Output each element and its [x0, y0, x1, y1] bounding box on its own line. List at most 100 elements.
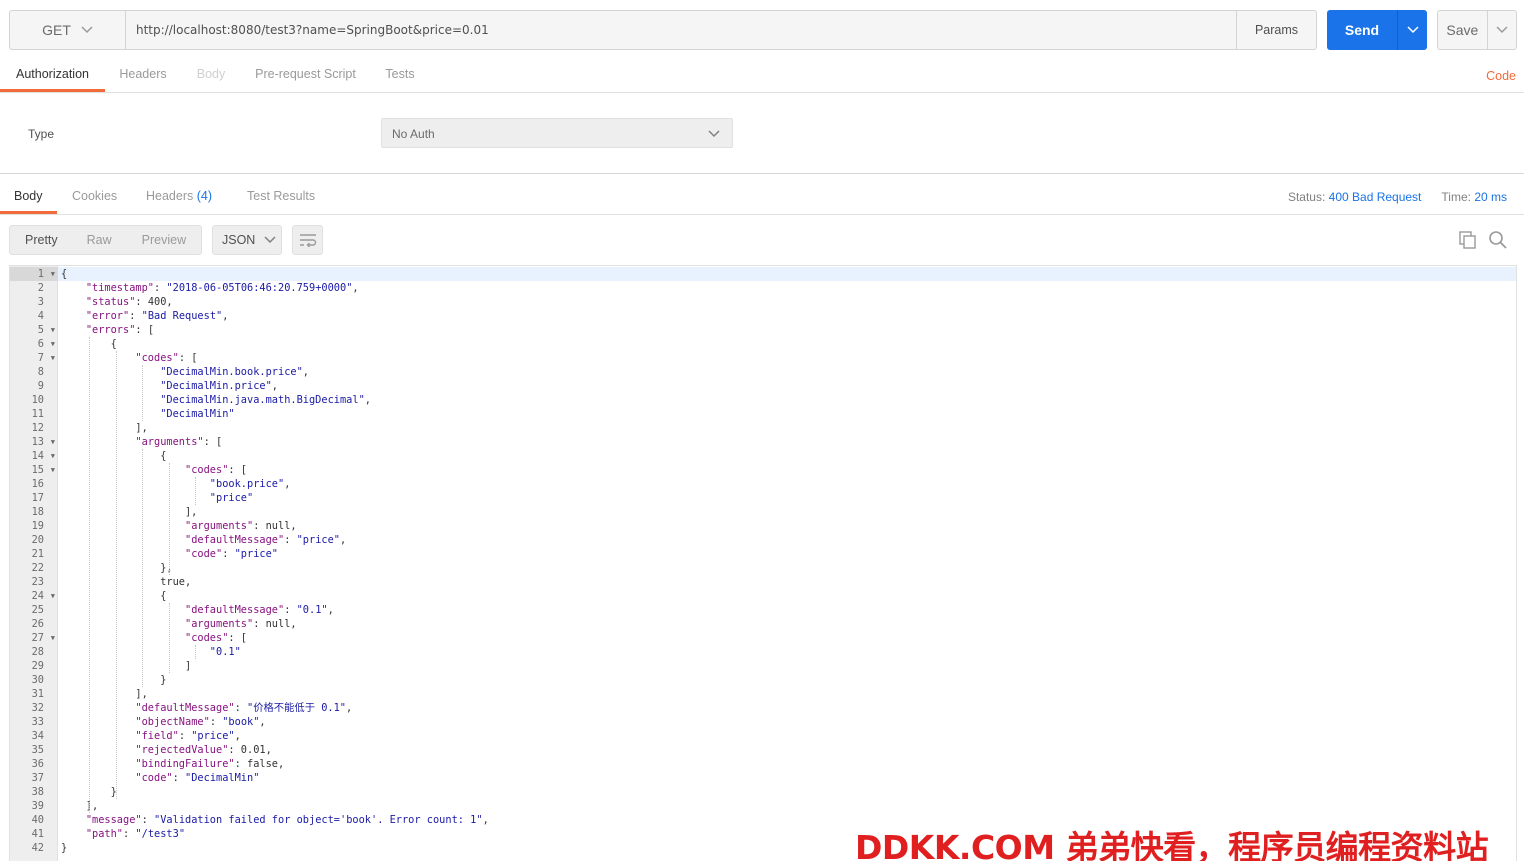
line-number: 21	[31, 548, 44, 560]
line-number: 41	[31, 828, 44, 840]
fold-toggle-icon[interactable]: ▼	[51, 435, 55, 449]
line-number: 39	[31, 800, 44, 812]
params-button[interactable]: Params	[1236, 11, 1316, 49]
view-raw-button[interactable]: Raw	[87, 233, 112, 247]
url-input[interactable]	[126, 11, 1236, 49]
fold-toggle-icon[interactable]: ▼	[51, 267, 55, 281]
line-number: 7 ▼	[37, 351, 55, 365]
send-dropdown[interactable]	[1397, 10, 1427, 50]
view-mode-group: Pretty Raw Preview	[9, 225, 202, 255]
code-line: 27 ▼ "codes": [	[10, 631, 1516, 645]
fold-toggle-icon[interactable]: ▼	[51, 463, 55, 477]
line-number: 34	[31, 730, 44, 742]
line-number: 12	[31, 422, 44, 434]
line-number: 29	[31, 660, 44, 672]
line-number: 27 ▼	[31, 631, 55, 645]
code-line: 1 ▼{	[10, 267, 1516, 281]
code-line: 39 ],	[10, 799, 1516, 813]
code-line: 38 }	[10, 785, 1516, 799]
fold-toggle-icon[interactable]: ▼	[51, 449, 55, 463]
view-preview-button[interactable]: Preview	[142, 233, 186, 247]
code-line: 18 ],	[10, 505, 1516, 519]
code-line: 25 "defaultMessage": "0.1",	[10, 603, 1516, 617]
send-button[interactable]: Send	[1327, 10, 1427, 50]
chevron-down-icon	[1496, 26, 1508, 34]
response-tabs: Body Cookies Headers (4) Test Results St…	[0, 179, 1524, 215]
line-number: 1 ▼	[10, 267, 58, 281]
fold-toggle-icon[interactable]: ▼	[51, 337, 55, 351]
code-line: 8 "DecimalMin.book.price",	[10, 365, 1516, 379]
indent-guide	[89, 337, 91, 813]
tab-pre-request-script[interactable]: Pre-request Script	[249, 58, 362, 92]
code-text: "DecimalMin.java.math.BigDecimal",	[160, 394, 371, 406]
view-pretty-button[interactable]: Pretty	[25, 233, 58, 247]
line-number: 36	[31, 758, 44, 770]
code-text: "arguments": [	[135, 436, 223, 448]
method-select[interactable]: GET	[10, 11, 126, 49]
tab-body[interactable]: Body	[190, 58, 232, 92]
auth-type-select[interactable]: No Auth	[381, 118, 733, 148]
format-select[interactable]: JSON	[212, 225, 282, 255]
line-number: 23	[31, 576, 44, 588]
fold-toggle-icon[interactable]: ▼	[51, 631, 55, 645]
code-text: "field": "price",	[135, 730, 241, 742]
line-number: 5 ▼	[37, 323, 55, 337]
line-number: 30	[31, 674, 44, 686]
code-line: 21 "code": "price"	[10, 547, 1516, 561]
save-dropdown[interactable]	[1486, 11, 1516, 49]
code-line: 10 "DecimalMin.java.math.BigDecimal",	[10, 393, 1516, 407]
code-text: "message": "Validation failed for object…	[85, 814, 489, 826]
line-number: 25	[31, 604, 44, 616]
line-number: 2	[37, 282, 44, 294]
fold-toggle-icon[interactable]: ▼	[51, 589, 55, 603]
code-text: "timestamp": "2018-06-05T06:46:20.759+00…	[85, 282, 359, 294]
time-value[interactable]: 20 ms	[1474, 190, 1507, 204]
code-text: },	[61, 562, 173, 574]
tab-response-body[interactable]: Body	[0, 179, 57, 214]
response-body-viewer[interactable]: 1 ▼{2 "timestamp": "2018-06-05T06:46:20.7…	[9, 265, 1517, 861]
code-text: "defaultMessage": "0.1",	[185, 604, 334, 616]
code-line: 36 "bindingFailure": false,	[10, 757, 1516, 771]
tab-authorization[interactable]: Authorization	[0, 58, 105, 92]
code-line: 22 },	[10, 561, 1516, 575]
code-text: {	[61, 590, 167, 602]
status-value[interactable]: 400 Bad Request	[1329, 190, 1422, 204]
code-link[interactable]: Code	[1486, 69, 1516, 83]
line-number: 19	[31, 520, 44, 532]
tab-tests[interactable]: Tests	[379, 58, 421, 92]
auth-type-value: No Auth	[392, 127, 435, 141]
code-text: ],	[61, 800, 99, 812]
code-text: "defaultMessage": "价格不能低于 0.1",	[135, 702, 353, 714]
code-line: 6 ▼ {	[10, 337, 1516, 351]
code-text: "code": "DecimalMin"	[135, 772, 260, 784]
tab-test-results[interactable]: Test Results	[247, 179, 315, 214]
chevron-down-icon	[264, 236, 276, 244]
code-line: 7 ▼ "codes": [	[10, 351, 1516, 365]
code-line: 14 ▼ {	[10, 449, 1516, 463]
line-number: 18	[31, 506, 44, 518]
indent-guide	[115, 351, 117, 799]
fold-toggle-icon[interactable]: ▼	[51, 351, 55, 365]
copy-icon[interactable]	[1459, 231, 1477, 249]
code-text: "0.1"	[209, 646, 241, 658]
code-text: "rejectedValue": 0.01,	[135, 744, 272, 756]
line-number: 11	[31, 408, 44, 420]
save-button[interactable]: Save	[1437, 10, 1517, 50]
tab-headers[interactable]: Headers	[113, 58, 173, 92]
tab-response-headers[interactable]: Headers (4)	[146, 179, 212, 214]
code-text: }	[61, 674, 167, 686]
code-text: "DecimalMin"	[160, 408, 235, 420]
line-number: 33	[31, 716, 44, 728]
code-line: 11 "DecimalMin"	[10, 407, 1516, 421]
tab-response-cookies[interactable]: Cookies	[72, 179, 117, 214]
search-icon[interactable]	[1488, 230, 1508, 250]
line-number: 26	[31, 618, 44, 630]
line-number: 14 ▼	[31, 449, 55, 463]
fold-toggle-icon[interactable]: ▼	[51, 323, 55, 337]
code-text: {	[61, 450, 167, 462]
line-number: 40	[31, 814, 44, 826]
wrap-lines-icon	[299, 234, 316, 247]
code-text: "defaultMessage": "price",	[185, 534, 347, 546]
wrap-lines-button[interactable]	[292, 225, 323, 255]
code-text: "path": "/test3"	[85, 828, 186, 840]
